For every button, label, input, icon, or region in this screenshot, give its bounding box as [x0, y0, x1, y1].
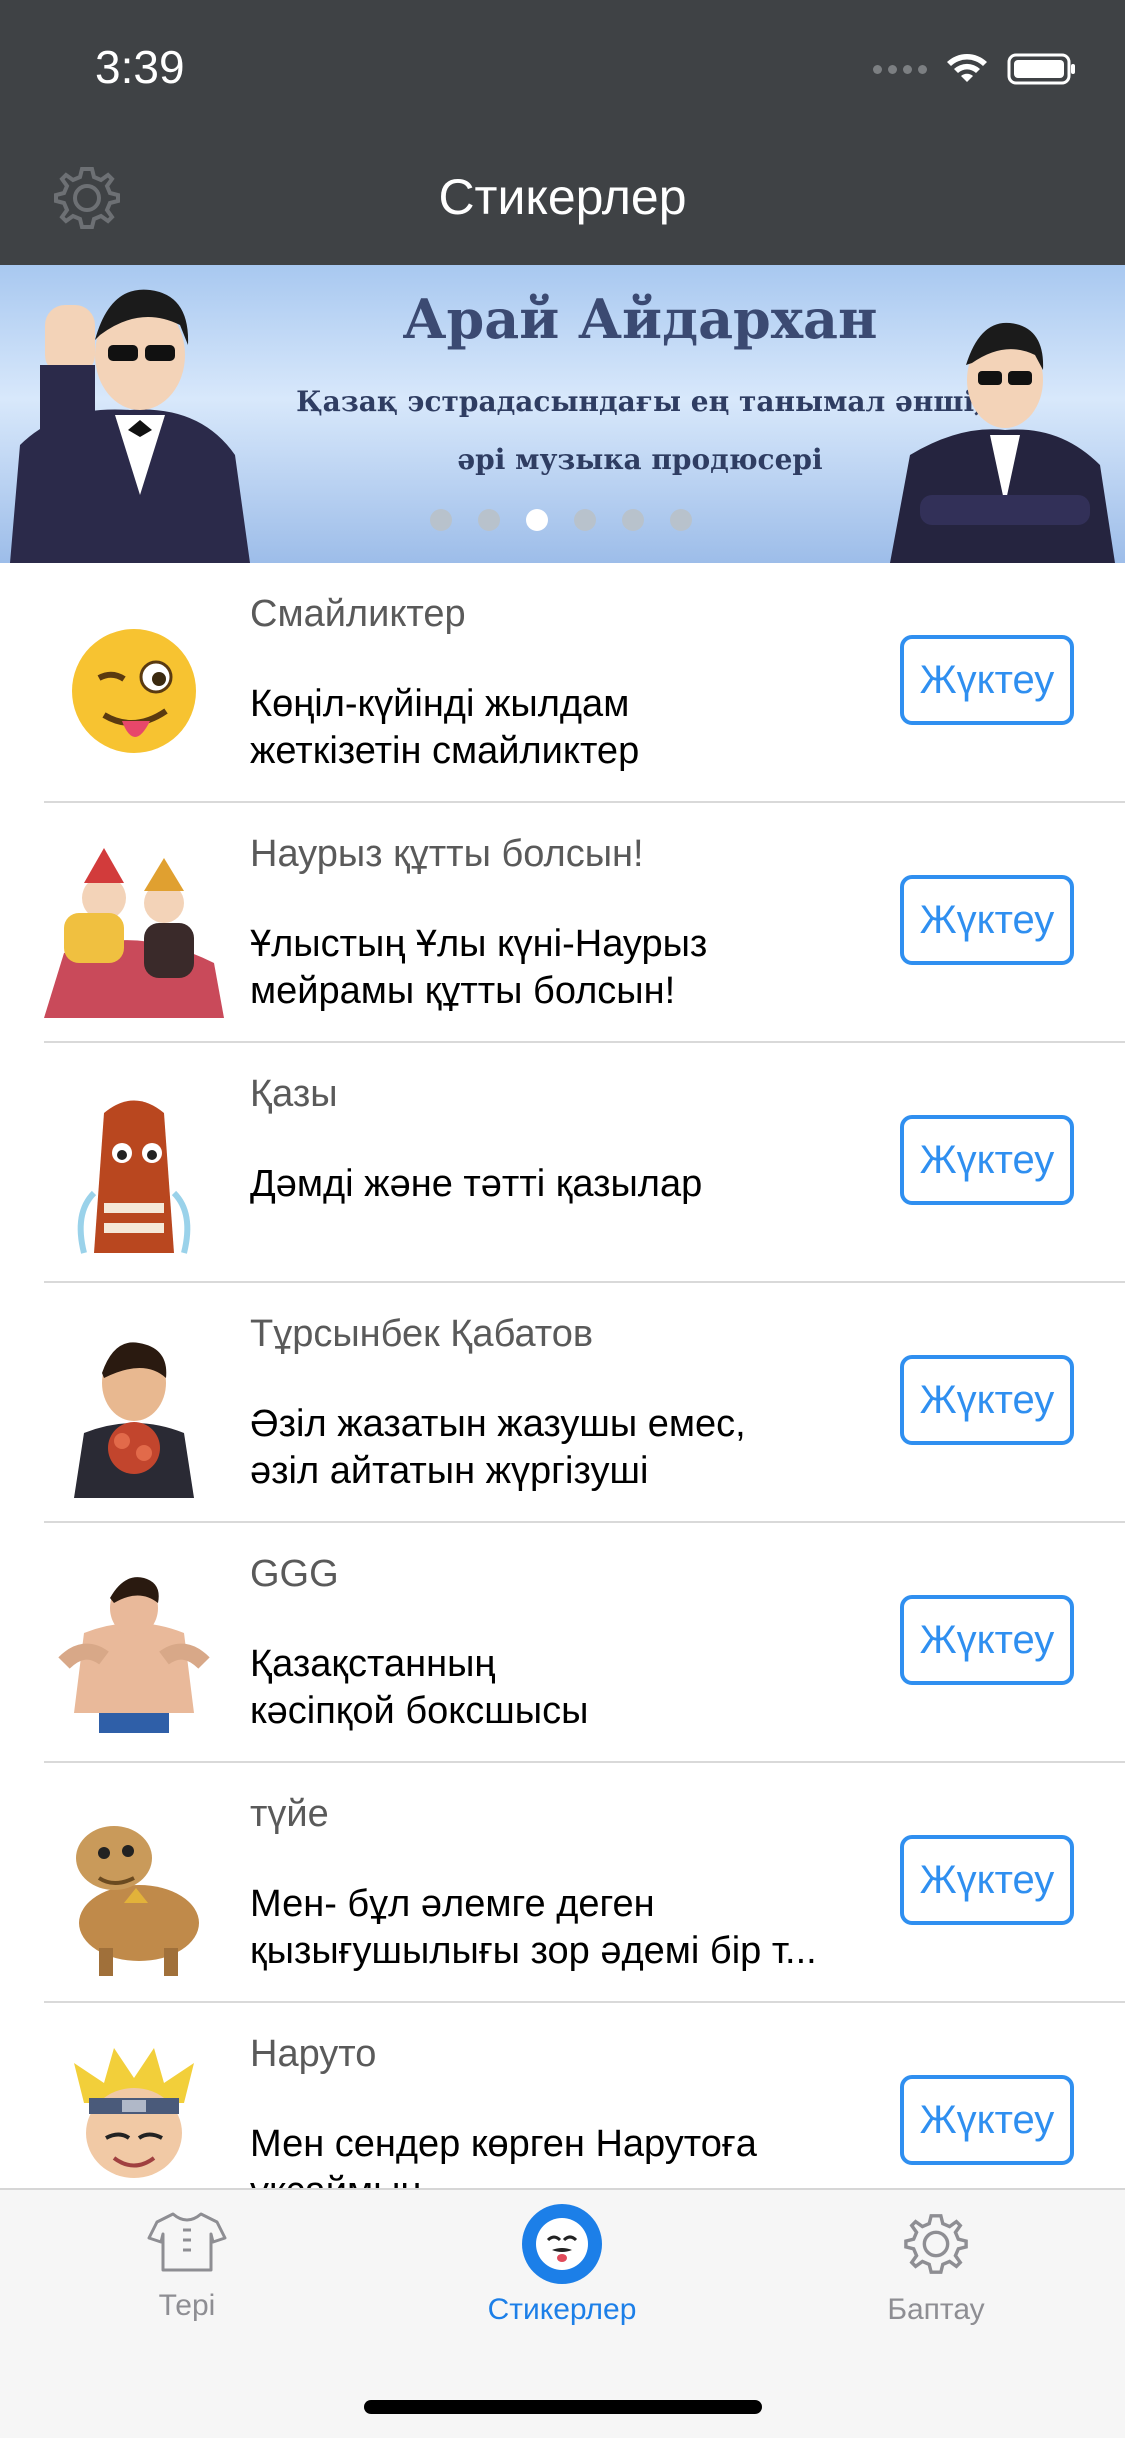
- download-button[interactable]: Жүктеу: [900, 635, 1074, 725]
- boxer-icon: [58, 1577, 210, 1733]
- page-dot[interactable]: [430, 509, 452, 531]
- item-name: Наурыз құтты болсын!: [250, 833, 644, 875]
- sticker-face-icon: [522, 2204, 602, 2284]
- tab-settings[interactable]: Баптау: [786, 2210, 1086, 2327]
- download-button[interactable]: Жүктеу: [900, 1355, 1074, 1445]
- tshirt-icon: [147, 2212, 227, 2272]
- tab-stickers[interactable]: Стикерлер: [412, 2204, 712, 2327]
- download-button[interactable]: Жүктеу: [900, 875, 1074, 965]
- home-indicator[interactable]: [364, 2400, 762, 2414]
- page-dot[interactable]: [622, 509, 644, 531]
- list-item[interactable]: Смайликтер Көңіл-күйінді жылдам жеткізет…: [0, 563, 1125, 803]
- naruto-icon: [74, 2048, 194, 2178]
- singer-waving-illustration: [10, 289, 250, 563]
- promo-banner[interactable]: Арай Айдархан Қазақ эстрадасындағы ең та…: [0, 265, 1125, 563]
- download-button[interactable]: Жүктеу: [900, 1595, 1074, 1685]
- download-button[interactable]: Жүктеу: [900, 2075, 1074, 2165]
- gear-icon: [904, 2214, 968, 2274]
- tab-label: Тері: [158, 2289, 216, 2322]
- man-with-bouquet-icon: [74, 1342, 194, 1498]
- signal-icon: [873, 64, 927, 74]
- singer-arms-crossed-illustration: [890, 322, 1115, 563]
- page-title: Стикерлер: [438, 169, 687, 225]
- camel-icon: [76, 1826, 199, 1976]
- nav-header: 3:39 Стикерлер: [0, 0, 1125, 265]
- item-description: Мен- бұл әлемге деген қызығушылығы зор ә…: [250, 1883, 817, 1972]
- item-name: Тұрсынбек Қабатов: [250, 1313, 594, 1355]
- item-description: Ұлыстың Ұлы күні-Наурыз мейрамы құтты бо…: [250, 923, 708, 1012]
- wifi-icon: [947, 54, 987, 82]
- item-name: GGG: [250, 1553, 339, 1595]
- page-dot[interactable]: [670, 509, 692, 531]
- nauryz-dancers-icon: [44, 848, 224, 1018]
- winking-emoji-icon: [72, 629, 196, 753]
- page-dot[interactable]: [478, 509, 500, 531]
- page-dot-active[interactable]: [526, 509, 548, 531]
- tab-bar: Тері Стикерлер Баптау: [0, 2188, 1125, 2438]
- status-icons: [873, 52, 1077, 86]
- download-button[interactable]: Жүктеу: [900, 1835, 1074, 1925]
- list-item[interactable]: Наурыз құтты болсын! Ұлыстың Ұлы күні-На…: [0, 803, 1125, 1043]
- page-dot[interactable]: [574, 509, 596, 531]
- item-name: Наруто: [250, 2033, 377, 2075]
- page-indicator[interactable]: [430, 509, 692, 531]
- item-name: Смайликтер: [250, 593, 466, 635]
- list-item[interactable]: GGG Қазақстанның кәсіпқой боксшысы Жүкте…: [0, 1523, 1125, 1763]
- list-item[interactable]: Тұрсынбек Қабатов Әзіл жазатын жазушы ем…: [0, 1283, 1125, 1523]
- item-name: Қазы: [250, 1073, 338, 1115]
- list-item[interactable]: Наруто Мен сендер көрген Нарутоға ұқсайм…: [0, 2003, 1125, 2188]
- list-item[interactable]: түйе Мен- бұл әлемге деген қызығушылығы …: [0, 1763, 1125, 2003]
- item-description: Қазақстанның кәсіпқой боксшысы: [250, 1643, 589, 1732]
- list-item[interactable]: Қазы Дәмді және тәтті қазылар Жүктеу: [0, 1043, 1125, 1283]
- item-description: Мен сендер көрген Нарутоға ұқсаймын: [250, 2123, 757, 2188]
- qazy-sausage-icon: [77, 1100, 191, 1254]
- tab-label: Стикерлер: [487, 2293, 637, 2326]
- item-description: Әзіл жазатын жазушы емес, әзіл айтатын ж…: [250, 1403, 746, 1492]
- download-button[interactable]: Жүктеу: [900, 1115, 1074, 1205]
- battery-icon: [1007, 53, 1075, 85]
- sticker-list[interactable]: Смайликтер Көңіл-күйінді жылдам жеткізет…: [0, 563, 1125, 2188]
- item-description: Көңіл-күйінді жылдам жеткізетін смайликт…: [250, 683, 640, 772]
- status-time: 3:39: [95, 41, 185, 93]
- tab-skins[interactable]: Тері: [37, 2210, 337, 2323]
- tab-label: Баптау: [887, 2293, 985, 2326]
- item-description: Дәмді және тәтті қазылар: [250, 1163, 703, 1205]
- item-name: түйе: [250, 1793, 329, 1835]
